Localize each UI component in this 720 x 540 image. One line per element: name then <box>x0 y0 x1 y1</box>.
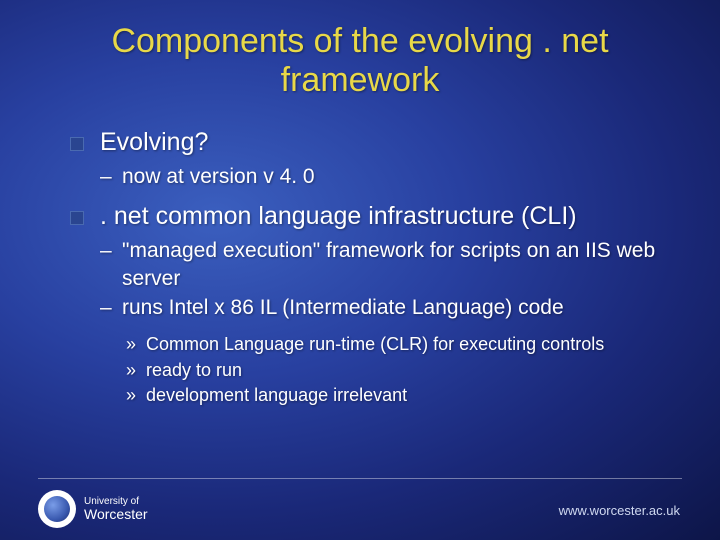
bullet-item: . net common language infrastructure (CL… <box>70 202 670 231</box>
sub-item: runs Intel x 86 IL (Intermediate Languag… <box>100 294 670 321</box>
sub-list: now at version v 4. 0 <box>50 163 670 190</box>
sub-item: "managed execution" framework for script… <box>100 237 670 292</box>
subsub-item: Common Language run-time (CLR) for execu… <box>126 333 670 356</box>
bullet-item: Evolving? <box>70 128 670 157</box>
bullet-list: Evolving? <box>50 128 670 157</box>
sub-item: now at version v 4. 0 <box>100 163 670 190</box>
slide-footer: University of Worcester www.worcester.ac… <box>0 478 720 540</box>
footer-divider <box>38 478 682 479</box>
slide-title: Components of the evolving . net framewo… <box>50 22 670 100</box>
sub-list: "managed execution" framework for script… <box>50 237 670 321</box>
footer-url: www.worcester.ac.uk <box>559 503 680 518</box>
slide-content: Components of the evolving . net framewo… <box>0 0 720 408</box>
logo-line2: Worcester <box>84 507 148 522</box>
subsub-item: ready to run <box>126 359 670 382</box>
bullet-list: . net common language infrastructure (CL… <box>50 202 670 231</box>
logo-globe-icon <box>38 490 76 528</box>
subsub-item: development language irrelevant <box>126 384 670 407</box>
university-logo: University of Worcester <box>38 490 148 528</box>
logo-text: University of Worcester <box>84 496 148 522</box>
subsub-list: Common Language run-time (CLR) for execu… <box>50 333 670 407</box>
